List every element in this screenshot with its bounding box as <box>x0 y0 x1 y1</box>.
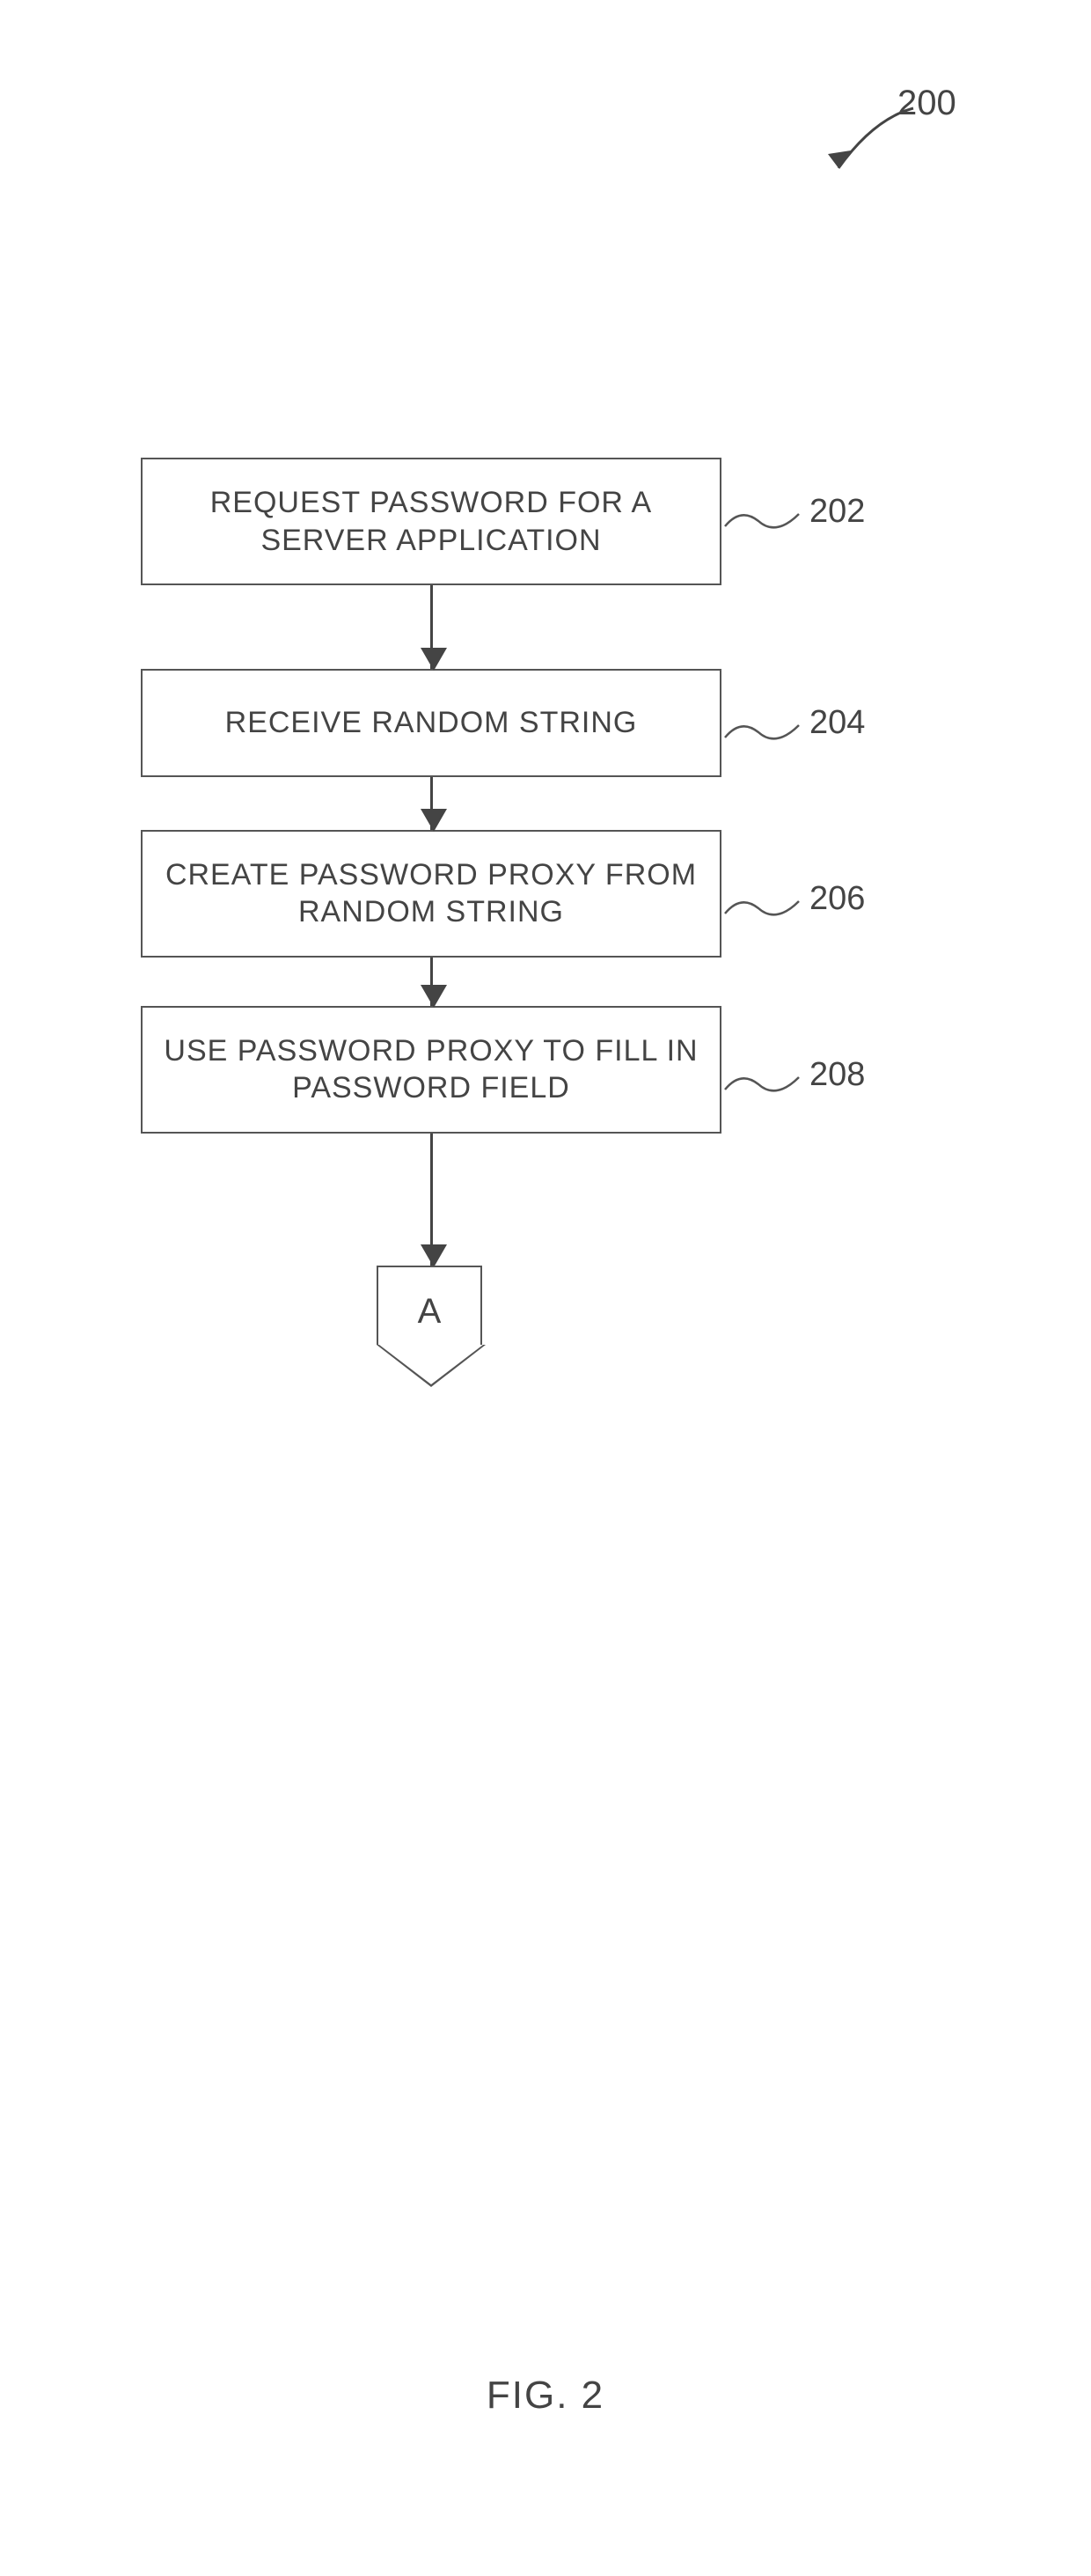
arrow-down <box>141 585 721 669</box>
callout-squiggle-icon <box>723 889 802 924</box>
offpage-connector: A <box>141 1266 721 1387</box>
connector-label: A <box>377 1266 482 1345</box>
figure-caption: FIG. 2 <box>0 2374 1091 2418</box>
callout-squiggle-icon <box>723 713 802 748</box>
step-reference-206: 206 <box>809 880 865 918</box>
step-box-206: CREATE PASSWORD PROXY FROM RANDOM STRING <box>141 830 721 958</box>
callout-squiggle-icon <box>723 1065 802 1100</box>
arrow-down <box>141 1134 721 1266</box>
figure-reference-number: 200 <box>897 84 956 123</box>
flowchart: REQUEST PASSWORD FOR A SERVER APPLICATIO… <box>141 458 809 1387</box>
step-reference-202: 202 <box>809 493 865 531</box>
page: 200 REQUEST PASSWORD FOR A SERVER APPLIC… <box>0 0 1091 2576</box>
step-text: CREATE PASSWORD PROXY FROM RANDOM STRING <box>165 858 697 929</box>
step-reference-204: 204 <box>809 704 865 742</box>
arrow-down <box>141 958 721 1006</box>
connector-point-icon <box>377 1345 486 1387</box>
step-text: REQUEST PASSWORD FOR A SERVER APPLICATIO… <box>210 486 652 557</box>
step-box-208: USE PASSWORD PROXY TO FILL IN PASSWORD F… <box>141 1006 721 1134</box>
step-text: USE PASSWORD PROXY TO FILL IN PASSWORD F… <box>164 1034 698 1105</box>
step-reference-208: 208 <box>809 1056 865 1094</box>
step-text: RECEIVE RANDOM STRING <box>225 706 638 739</box>
callout-squiggle-icon <box>723 502 802 537</box>
step-box-204: RECEIVE RANDOM STRING <box>141 669 721 777</box>
arrow-down <box>141 777 721 830</box>
step-box-202: REQUEST PASSWORD FOR A SERVER APPLICATIO… <box>141 458 721 585</box>
